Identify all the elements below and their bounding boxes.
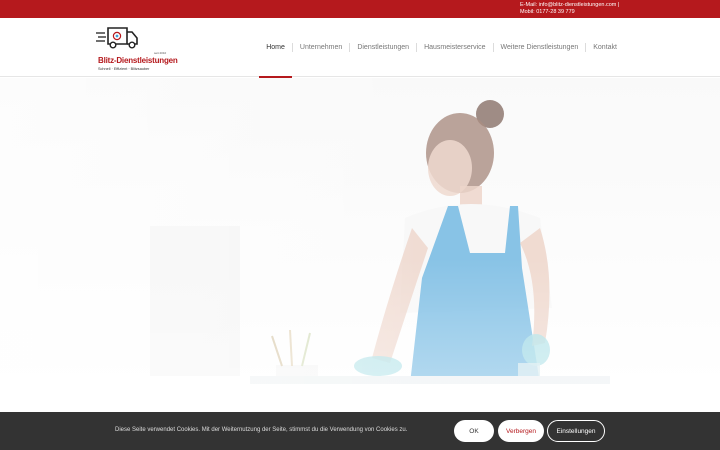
logo-slogan: Schnell · Effizient · Blitzsauber <box>98 67 150 71</box>
contact-info: E-Mail: info@blitz-dienstleistungen.com … <box>520 2 619 16</box>
cookie-message: Diese Seite verwendet Cookies. Mit der W… <box>115 427 408 433</box>
contact-phone[interactable]: Mobil: 0177-28 39 779 <box>520 9 619 16</box>
nav-hausmeisterservice[interactable]: Hausmeisterservice <box>417 18 492 77</box>
top-bar: E-Mail: info@blitz-dienstleistungen.com … <box>0 0 720 18</box>
cookie-bar: Diese Seite verwendet Cookies. Mit der W… <box>0 412 720 450</box>
logo-name: Blitz-Dienstleistungen <box>98 56 178 65</box>
nav-kontakt[interactable]: Kontakt <box>586 18 624 77</box>
nav-unternehmen[interactable]: Unternehmen <box>293 18 349 77</box>
logo-tagline: seit 2010 <box>154 51 167 55</box>
nav-dienstleistungen[interactable]: Dienstleistungen <box>350 18 416 77</box>
main-nav: Home Unternehmen Dienstleistungen Hausme… <box>259 18 624 78</box>
cookie-settings-button[interactable]: Einstellungen <box>547 420 605 442</box>
contact-email[interactable]: E-Mail: info@blitz-dienstleistungen.com … <box>520 2 619 9</box>
nav-weitere-dienstleistungen[interactable]: Weitere Dienstleistungen <box>494 18 586 77</box>
nav-home[interactable]: Home <box>259 18 292 78</box>
truck-icon <box>96 27 138 49</box>
cookie-hide-button[interactable]: Verbergen <box>498 420 544 442</box>
site-header: seit 2010 Blitz-Dienstleistungen Schnell… <box>0 18 720 78</box>
cleaning-woman-illustration <box>0 78 720 384</box>
cookie-ok-button[interactable]: OK <box>454 420 494 442</box>
site-logo[interactable]: seit 2010 Blitz-Dienstleistungen Schnell… <box>96 24 186 72</box>
hero-image <box>0 78 720 384</box>
